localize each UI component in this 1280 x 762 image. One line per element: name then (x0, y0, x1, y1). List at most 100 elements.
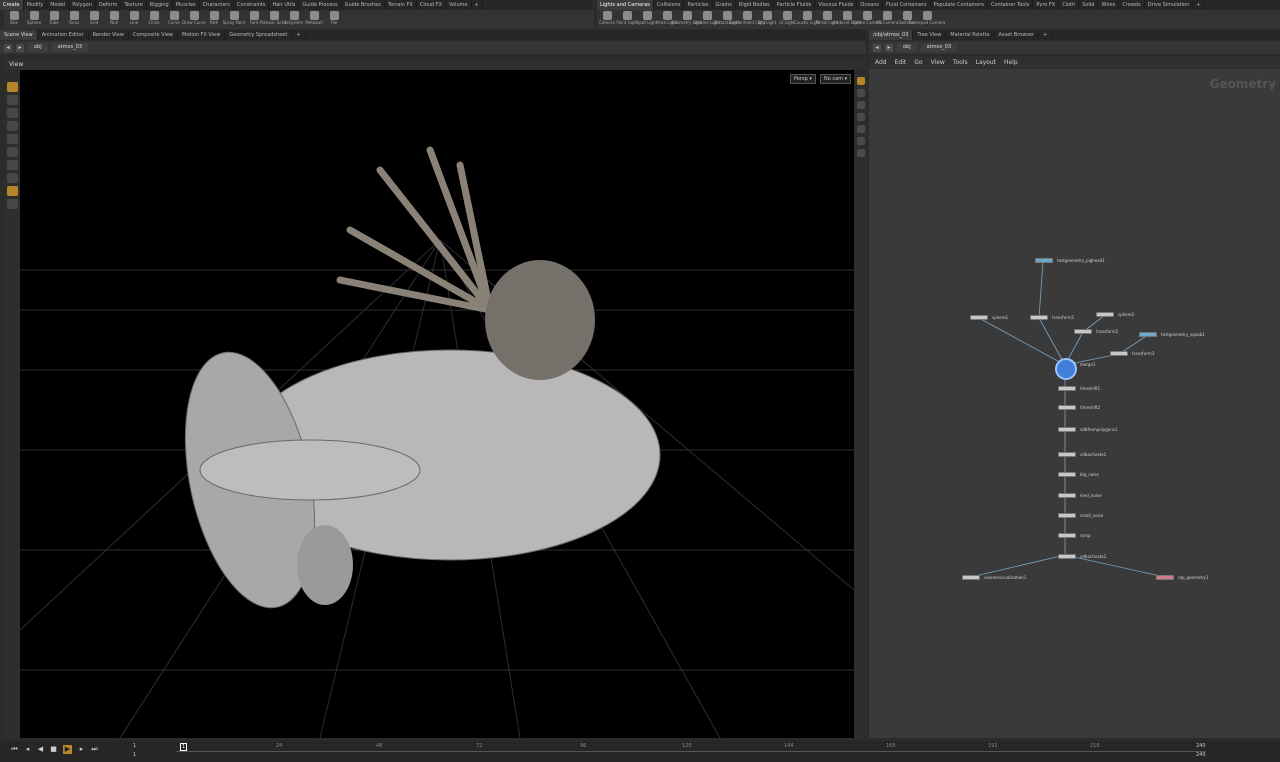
network-node[interactable] (1058, 533, 1076, 538)
shelf-tab-deform[interactable]: Deform (96, 0, 122, 10)
network-node[interactable] (1156, 575, 1174, 580)
bg-icon[interactable] (857, 149, 865, 157)
add-tab-icon[interactable]: + (292, 30, 306, 40)
network-node[interactable] (1058, 427, 1076, 432)
scene-viewport[interactable]: Persp ▾ No cam ▾ (20, 70, 854, 738)
shelf-tool[interactable]: Caustic Light (794, 10, 820, 29)
timeline-ruler[interactable]: 1 24 48 72 96 120 144 168 192 216 (176, 743, 1206, 752)
network-node[interactable] (1058, 452, 1076, 457)
shelf-tab-oceans[interactable]: Oceans (857, 0, 884, 10)
add-shelf-icon[interactable]: + (472, 0, 483, 10)
select-tool-icon[interactable] (7, 82, 18, 92)
forward-arrow-icon[interactable]: ▸ (885, 43, 893, 52)
step-back-icon[interactable]: ◂ (23, 745, 32, 754)
stop-icon[interactable]: ■ (49, 745, 58, 754)
shelf-tool[interactable]: Spray Paint (223, 10, 245, 29)
shelf-tool[interactable]: Platonic Solids (260, 10, 288, 29)
network-node[interactable] (1058, 493, 1076, 498)
ghost-icon[interactable] (857, 125, 865, 133)
network-node[interactable] (962, 575, 980, 580)
tab-material-palette[interactable]: Material Palette (946, 30, 995, 40)
pose-tool-icon[interactable] (7, 134, 18, 144)
shelf-tab-fluid-containers[interactable]: Fluid Containers (883, 0, 931, 10)
shelf-tab-grains[interactable]: Grains (713, 0, 736, 10)
tab-asset-browser[interactable]: Asset Browser (995, 30, 1040, 40)
go-start-icon[interactable]: ⏮ (10, 745, 19, 754)
shelf-tab-container-tools[interactable]: Container Tools (988, 0, 1034, 10)
tab-geometry-spreadsheet[interactable]: Geometry Spreadsheet (225, 30, 293, 40)
tab-composite-view[interactable]: Composite View (129, 30, 178, 40)
shelf-tool[interactable]: Point Light (616, 10, 638, 29)
shelf-tab-guide-brushes[interactable]: Guide Brushes (342, 0, 385, 10)
tab-network-path[interactable]: /obj/atmos_03 (869, 30, 914, 40)
shelf-tab-texture[interactable]: Texture (121, 0, 147, 10)
shelf-tab-hair-utils[interactable]: Hair Utils (269, 0, 300, 10)
path-obj[interactable]: obj (897, 43, 917, 52)
shelf-tab-guide-process[interactable]: Guide Process (299, 0, 342, 10)
shelf-tab-create[interactable]: Create (0, 0, 24, 10)
network-node[interactable] (970, 315, 988, 320)
shelf-tool[interactable]: Line (124, 10, 144, 29)
shelf-tab-volume[interactable]: Volume (446, 0, 472, 10)
shelf-tool[interactable]: Sphere (24, 10, 44, 29)
shelf-tab-drive-simulation[interactable]: Drive Simulation (1145, 0, 1194, 10)
network-node[interactable] (1139, 332, 1157, 337)
shelf-tab-characters[interactable]: Characters (200, 0, 234, 10)
shelf-tool[interactable]: Box (4, 10, 24, 29)
handle-tool-icon[interactable] (7, 147, 18, 157)
shelf-tab-wires[interactable]: Wires (1098, 0, 1120, 10)
shelf-tool[interactable]: Camera (597, 10, 617, 29)
shelf-tab-populate-containers[interactable]: Populate Containers (931, 0, 988, 10)
shelf-tool[interactable]: Torus (64, 10, 84, 29)
range-end-field-2[interactable]: 240 (1196, 752, 1206, 758)
shelf-tab-viscous-fluids[interactable]: Viscous Fluids (815, 0, 858, 10)
range-start-field[interactable]: 1 (133, 743, 136, 749)
magnet-icon[interactable] (7, 173, 18, 183)
tab-render-view[interactable]: Render View (89, 30, 129, 40)
move-tool-icon[interactable] (7, 95, 18, 105)
range-start-field-2[interactable]: 1 (133, 752, 136, 758)
network-node[interactable] (1074, 329, 1092, 334)
shading-icon[interactable] (857, 101, 865, 109)
menu-view[interactable]: View (931, 59, 945, 66)
forward-arrow-icon[interactable]: ▸ (16, 43, 24, 52)
shelf-tab-cloth[interactable]: Cloth (1059, 0, 1080, 10)
path-obj[interactable]: obj (28, 43, 48, 52)
camera-menu[interactable]: Persp ▾ (790, 74, 816, 84)
path-atmos[interactable]: atmos_03 (51, 43, 89, 52)
shelf-tool[interactable]: VR Camera (876, 10, 898, 29)
display-options-icon[interactable] (857, 77, 865, 85)
shelf-tab-cloud-fx[interactable]: Cloud FX (417, 0, 447, 10)
shelf-tool[interactable]: Draw Curve (182, 10, 206, 29)
wireframe-icon[interactable] (857, 113, 865, 121)
merge-node-highlight[interactable] (1055, 358, 1077, 380)
back-arrow-icon[interactable]: ◂ (4, 43, 12, 52)
menu-add[interactable]: Add (875, 59, 887, 66)
shelf-tab-muscles[interactable]: Muscles (173, 0, 200, 10)
add-shelf-icon[interactable]: + (1193, 0, 1205, 10)
shelf-tool[interactable]: Gamepad Camera (909, 10, 945, 29)
tab-motion-fx-view[interactable]: Motion FX View (178, 30, 226, 40)
shelf-tab-rigging[interactable]: Rigging (147, 0, 173, 10)
shelf-tool[interactable]: Null (104, 10, 124, 29)
shelf-tab-particles[interactable]: Particles (684, 0, 713, 10)
shelf-tool[interactable]: File (324, 10, 344, 29)
network-node[interactable] (1058, 554, 1076, 559)
lighting-icon[interactable] (857, 89, 865, 97)
tab-tree-view[interactable]: Tree View (913, 30, 947, 40)
menu-tools[interactable]: Tools (953, 59, 968, 66)
shelf-tool[interactable]: Tube (44, 10, 64, 29)
shelf-tab-model[interactable]: Model (47, 0, 70, 10)
shelf-tool[interactable]: Circle (144, 10, 164, 29)
rotate-tool-icon[interactable] (7, 108, 18, 118)
tab-scene-view[interactable]: Scene View (0, 30, 38, 40)
shelf-tool[interactable]: Stereo Camera (852, 10, 882, 29)
no-cam-menu[interactable]: No cam ▾ (820, 74, 852, 84)
shelf-tab-modify[interactable]: Modify (24, 0, 48, 10)
shelf-tab-constraints[interactable]: Constraints (234, 0, 270, 10)
shelf-tab-crowds[interactable]: Crowds (1119, 0, 1145, 10)
network-editor[interactable]: Geometry testgeometry_pighead1 sphere1 tra… (869, 69, 1280, 738)
shelf-tool[interactable]: Curve (164, 10, 184, 29)
network-node[interactable] (1058, 386, 1076, 391)
camera-icon[interactable] (857, 137, 865, 145)
